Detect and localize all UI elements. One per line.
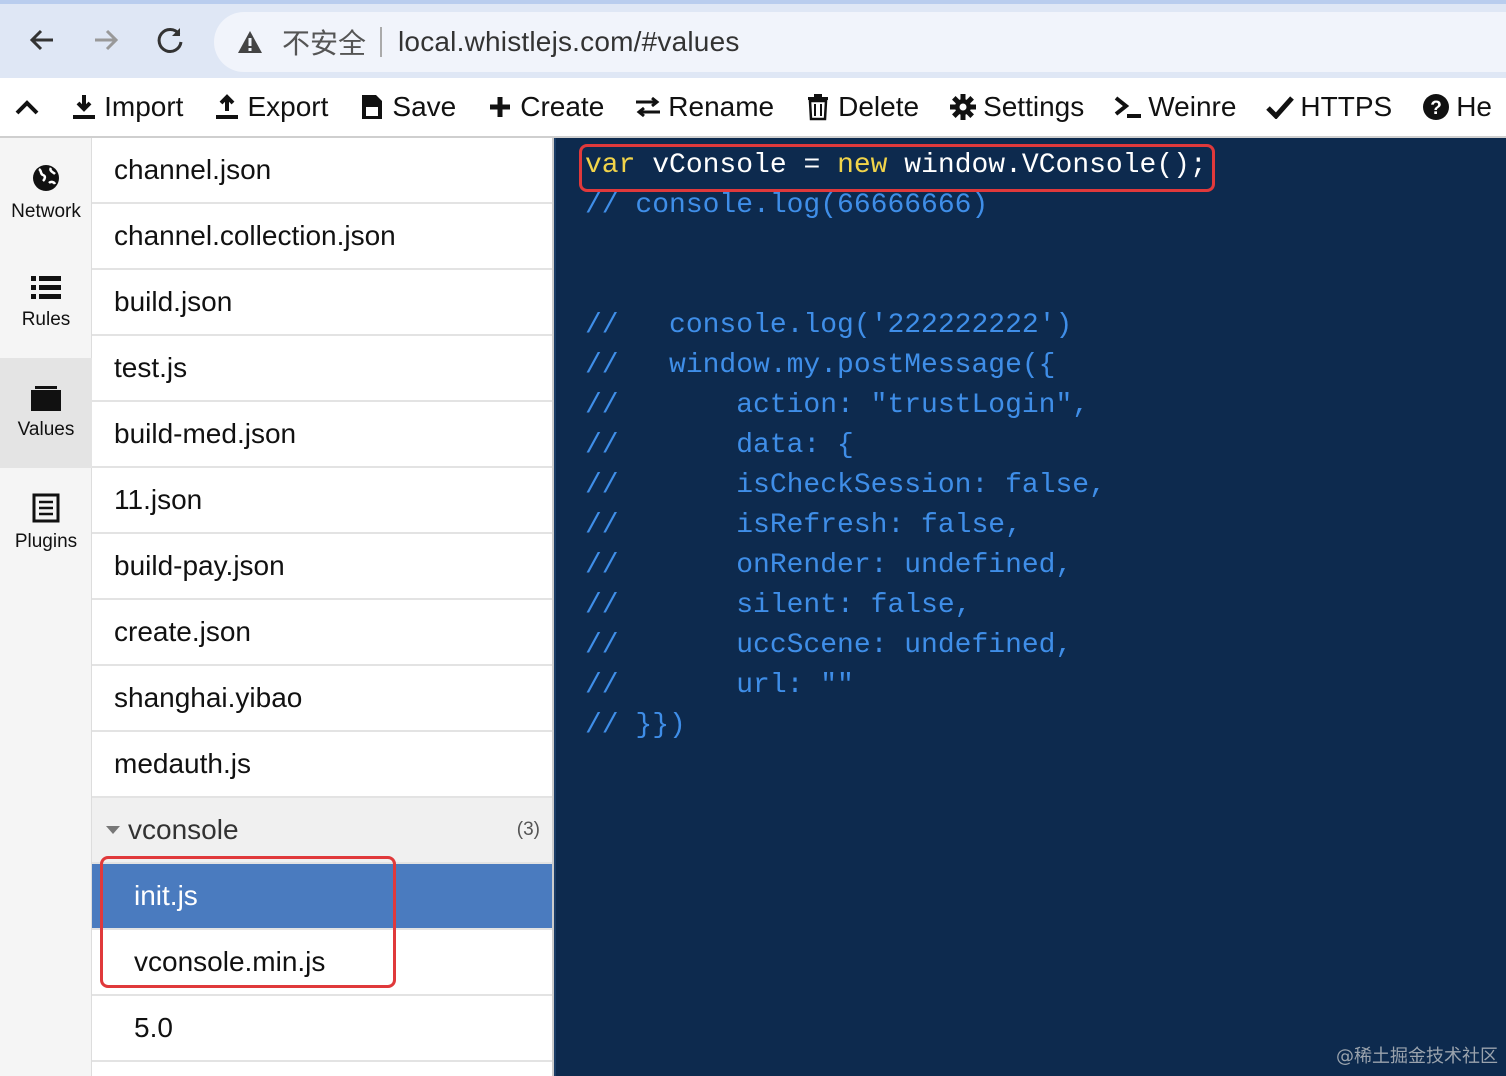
globe-icon	[33, 165, 59, 191]
code-line[interactable]: // isCheckSession: false,	[585, 470, 1106, 501]
export-icon	[211, 91, 243, 123]
file-item[interactable]: build-med.json	[92, 402, 552, 468]
rename-label: Rename	[668, 91, 775, 122]
rename-icon	[632, 91, 664, 123]
plugins-icon	[32, 493, 60, 523]
https-button[interactable]: HTTPS	[1250, 78, 1406, 136]
highlight-files	[100, 856, 396, 988]
warning-icon	[236, 28, 264, 56]
arrow-right-icon	[95, 29, 119, 51]
group-count: (3)	[516, 819, 540, 840]
help-icon: ?	[1420, 91, 1452, 123]
collapse-button[interactable]	[0, 78, 54, 136]
import-button[interactable]: Import	[54, 78, 197, 136]
plus-icon	[484, 91, 516, 123]
nav-network-label: Network	[11, 201, 81, 222]
group-name: vconsole	[128, 814, 239, 845]
https-label: HTTPS	[1300, 91, 1393, 122]
watermark: @稀土掘金技术社区	[1336, 1046, 1498, 1067]
file-item[interactable]: test.js	[92, 336, 552, 402]
help-label: He	[1456, 91, 1492, 122]
arrow-left-icon	[29, 29, 53, 51]
weinre-label: Weinre	[1148, 91, 1237, 122]
url-separator	[380, 27, 383, 57]
nav-network[interactable]: Network	[0, 138, 92, 248]
list-icon	[31, 276, 61, 299]
left-nav: Network Rules Values Plugins	[0, 138, 92, 1076]
nav-plugins-label: Plugins	[14, 531, 78, 552]
code-line[interactable]: // }})	[585, 710, 686, 741]
export-label: Export	[247, 91, 329, 122]
nav-rules[interactable]: Rules	[0, 248, 92, 358]
code-line[interactable]: // url: ""	[585, 670, 854, 701]
back-button[interactable]	[22, 20, 62, 60]
reload-button[interactable]	[150, 20, 190, 60]
create-label: Create	[520, 91, 605, 122]
file-item[interactable]: shanghai.yibao	[92, 666, 552, 732]
code-line[interactable]: // silent: false,	[585, 590, 971, 621]
nav-plugins[interactable]: Plugins	[0, 468, 92, 578]
file-item[interactable]: channel.json	[92, 138, 552, 204]
settings-button[interactable]: Settings	[933, 78, 1098, 136]
trash-icon	[802, 91, 834, 123]
check-icon	[1264, 91, 1296, 123]
export-button[interactable]: Export	[197, 78, 342, 136]
caret-down-icon	[106, 826, 120, 834]
code-line[interactable]: // data: {	[585, 430, 854, 461]
address-bar[interactable]: 不安全 local.whistlejs.com/#values	[214, 12, 1506, 72]
code-line[interactable]: // action: "trustLogin",	[585, 390, 1089, 421]
chevron-up-icon	[15, 100, 39, 115]
code-line[interactable]: // window.my.postMessage({	[585, 350, 1055, 381]
nav-values[interactable]: Values	[0, 358, 92, 468]
url-text[interactable]: local.whistlejs.com/#values	[398, 26, 740, 58]
code-line[interactable]: // console.log('222222222')	[585, 310, 1072, 341]
browser-chrome: 不安全 local.whistlejs.com/#values	[0, 0, 1506, 78]
import-icon	[68, 91, 100, 123]
reload-icon	[157, 27, 183, 53]
file-item[interactable]: build.json	[92, 270, 552, 336]
create-button[interactable]: Create	[470, 78, 618, 136]
file-item[interactable]: channel.collection.json	[92, 204, 552, 270]
file-item[interactable]: 11.json	[92, 468, 552, 534]
svg-text:?: ?	[1430, 98, 1442, 119]
save-label: Save	[392, 91, 457, 122]
forward-button[interactable]	[86, 20, 126, 60]
save-button[interactable]: Save	[342, 78, 470, 136]
rename-button[interactable]: Rename	[618, 78, 788, 136]
file-item[interactable]: build-pay.json	[92, 534, 552, 600]
nav-rules-label: Rules	[21, 309, 71, 330]
code-line[interactable]: // uccScene: undefined,	[585, 630, 1072, 661]
delete-button[interactable]: Delete	[788, 78, 933, 136]
help-button[interactable]: ? He	[1406, 78, 1506, 136]
group-vconsole[interactable]: vconsole (3)	[92, 798, 552, 864]
highlight-code-line	[579, 144, 1215, 192]
file-item[interactable]: create.json	[92, 600, 552, 666]
toolbar: Import Export Save Create Rename Delete …	[0, 78, 1506, 138]
file-item[interactable]: 5.0	[92, 996, 552, 1062]
code-line[interactable]: // isRefresh: false,	[585, 510, 1022, 541]
editor-gutter	[554, 138, 576, 1076]
file-item[interactable]: medauth.js	[92, 732, 552, 798]
nav-values-label: Values	[17, 419, 75, 440]
gear-icon	[947, 91, 979, 123]
folder-icon	[31, 386, 61, 411]
delete-label: Delete	[838, 91, 920, 122]
weinre-button[interactable]: Weinre	[1098, 78, 1250, 136]
insecure-label: 不安全	[282, 27, 367, 60]
code-line[interactable]: // onRender: undefined,	[585, 550, 1072, 581]
terminal-icon	[1112, 91, 1144, 123]
import-label: Import	[104, 91, 184, 122]
code-line[interactable]: // console.log(66666666)	[585, 190, 988, 221]
save-icon	[356, 91, 388, 123]
settings-label: Settings	[983, 91, 1085, 122]
